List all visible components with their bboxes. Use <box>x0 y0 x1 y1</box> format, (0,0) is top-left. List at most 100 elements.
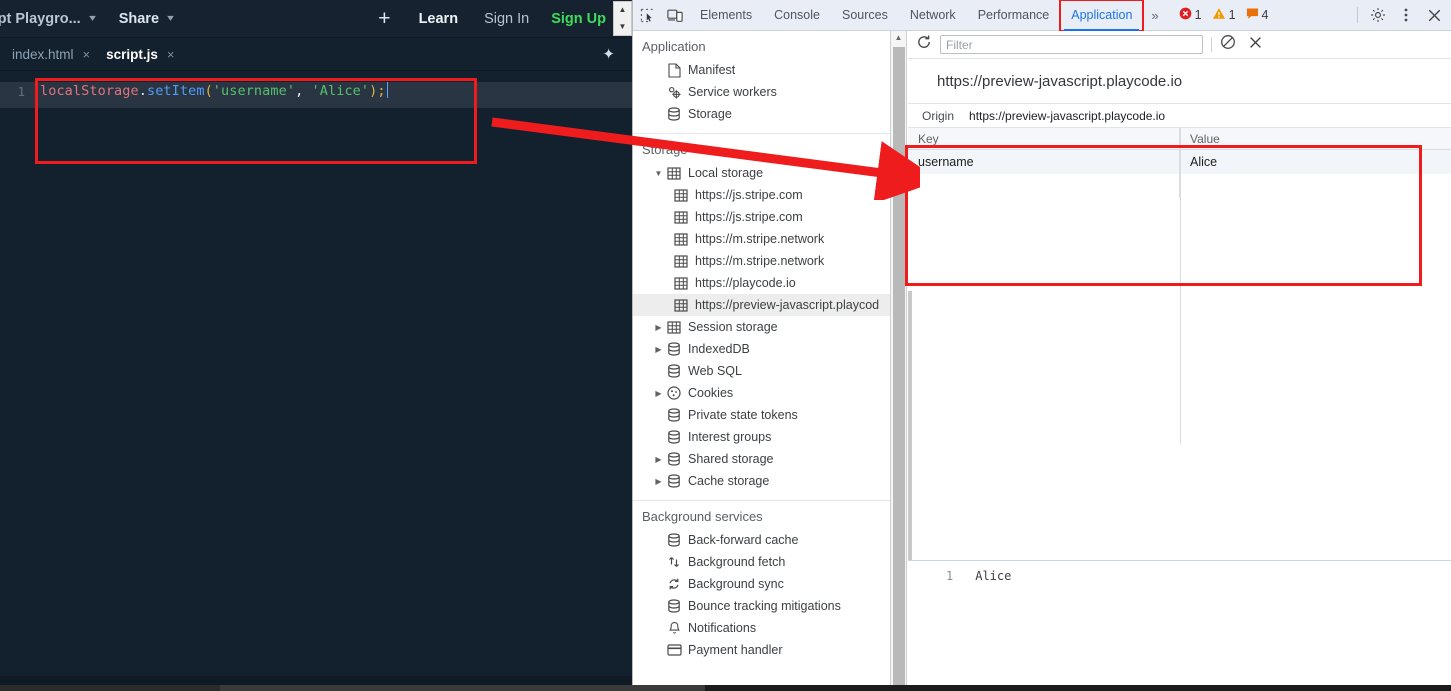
add-file-button[interactable]: + <box>378 8 390 29</box>
origin-value: https://preview-javascript.playcode.io <box>969 109 1165 123</box>
delete-selected-icon[interactable] <box>1248 35 1263 55</box>
sidebar-item-background-sync[interactable]: Background sync <box>633 573 890 595</box>
sidebar-item-manifest[interactable]: Manifest <box>633 59 890 81</box>
sidebar-item-label: Private state tokens <box>688 408 798 422</box>
column-header-key[interactable]: Key <box>908 128 1180 149</box>
sign-in-link[interactable]: Sign In <box>484 11 529 27</box>
device-toolbar-icon[interactable] <box>661 0 689 31</box>
cell-key[interactable]: username <box>908 150 1180 174</box>
column-header-value[interactable]: Value <box>1180 128 1451 149</box>
tab-label: Application <box>1071 8 1132 22</box>
value-preview-pane: 1Alice <box>908 560 1451 691</box>
sidebar-item-bounce-tracking-mitigations[interactable]: Bounce tracking mitigations <box>633 595 890 617</box>
sparkle-icon[interactable]: ✦ <box>602 45 615 63</box>
page-horizontal-scrollbar[interactable] <box>0 685 1451 691</box>
filter-input[interactable] <box>940 35 1203 54</box>
sidebar-item-background-fetch[interactable]: Background fetch <box>633 551 890 573</box>
tab-console[interactable]: Console <box>763 0 831 31</box>
token-arg-alice: 'Alice' <box>312 83 370 99</box>
storage-key-value-table[interactable]: Key Value username Alice <box>908 128 1451 444</box>
close-icon[interactable]: × <box>167 47 175 62</box>
tab-sources[interactable]: Sources <box>831 0 899 31</box>
file-tab-index-html[interactable]: index.html × <box>0 38 94 71</box>
sidebar-item-js-stripe-com-2[interactable]: https://js.stripe.com <box>633 206 890 228</box>
sidebar-item-payment-handler[interactable]: Payment handler <box>633 639 890 661</box>
sidebar-item-label: Manifest <box>688 63 735 77</box>
sidebar-item-label: Cookies <box>688 386 733 400</box>
sidebar-item-indexeddb[interactable]: ▶ IndexedDB <box>633 338 890 360</box>
more-tabs-chevron-icon[interactable]: » <box>1143 8 1166 23</box>
sidebar-item-back-forward-cache[interactable]: Back-forward cache <box>633 529 890 551</box>
sidebar-item-cache-storage[interactable]: ▶ Cache storage <box>633 470 890 492</box>
refresh-icon[interactable] <box>916 34 932 55</box>
sidebar-item-preview-javascript-playcode[interactable]: https://preview-javascript.playcod <box>633 294 890 316</box>
clear-all-icon[interactable] <box>1220 34 1236 55</box>
editor-bottom-bar <box>0 676 632 685</box>
project-title[interactable]: ript Playgro... <box>0 11 81 27</box>
code-line-1[interactable]: localStorage.setItem('username', 'Alice'… <box>40 82 388 99</box>
cell-value-empty[interactable] <box>1180 174 1451 198</box>
gear-icon[interactable] <box>1364 0 1392 31</box>
sidebar-item-m-stripe-network-2[interactable]: https://m.stripe.network <box>633 250 890 272</box>
expander-closed-icon[interactable]: ▶ <box>653 345 664 354</box>
cell-value[interactable]: Alice <box>1180 150 1451 174</box>
scroll-stepper[interactable]: ▲ ▼ <box>613 1 632 36</box>
close-devtools-icon[interactable] <box>1420 0 1448 31</box>
learn-link[interactable]: Learn <box>419 11 459 27</box>
sidebar-item-private-state-tokens[interactable]: Private state tokens <box>633 404 890 426</box>
file-tab-label: script.js <box>106 47 158 62</box>
error-count: 1 <box>1195 8 1202 22</box>
sidebar-item-web-sql[interactable]: Web SQL <box>633 360 890 382</box>
share-button[interactable]: Share <box>119 11 159 27</box>
table-blank-area[interactable] <box>908 198 1451 444</box>
share-chevron-down-icon[interactable]: ▾ <box>167 13 174 24</box>
expander-closed-icon[interactable]: ▶ <box>653 389 664 398</box>
sidebar-scrollbar[interactable]: ▲ <box>891 31 907 685</box>
file-tab-script-js[interactable]: script.js × <box>94 38 178 71</box>
sidebar-item-js-stripe-com-1[interactable]: https://js.stripe.com <box>633 184 890 206</box>
sidebar-item-m-stripe-network-1[interactable]: https://m.stripe.network <box>633 228 890 250</box>
sidebar-scrollbar-thumb[interactable] <box>893 47 905 687</box>
sidebar-item-shared-storage[interactable]: ▶ Shared storage <box>633 448 890 470</box>
inspect-element-icon[interactable] <box>633 0 661 31</box>
sidebar-item-cookies[interactable]: ▶ Cookies <box>633 382 890 404</box>
more-options-icon[interactable] <box>1392 0 1420 31</box>
tab-elements[interactable]: Elements <box>689 0 763 31</box>
expander-open-icon[interactable]: ▼ <box>653 169 664 178</box>
database-icon <box>664 474 684 488</box>
sidebar-item-storage[interactable]: Storage <box>633 103 890 125</box>
sidebar-item-label: IndexedDB <box>688 342 750 356</box>
page-scrollbar-thumb[interactable] <box>220 685 705 691</box>
application-sidebar[interactable]: Application Manifest Service workers <box>633 31 891 685</box>
sign-up-link[interactable]: Sign Up <box>551 11 606 27</box>
service-worker-icon <box>664 85 684 100</box>
tab-performance[interactable]: Performance <box>967 0 1061 31</box>
project-chevron-down-icon[interactable]: ▾ <box>89 13 96 24</box>
sidebar-item-service-workers[interactable]: Service workers <box>633 81 890 103</box>
content-scrollbar[interactable] <box>908 291 912 561</box>
code-editor[interactable]: 1 localStorage.setItem('username', 'Alic… <box>0 71 632 676</box>
issue-counters[interactable]: 1 1 4 <box>1179 7 1276 23</box>
sidebar-item-local-storage[interactable]: ▼ Local storage <box>633 162 890 184</box>
expander-closed-icon[interactable]: ▶ <box>653 455 664 464</box>
token-setitem: setItem <box>147 83 205 99</box>
stepper-down-icon[interactable]: ▼ <box>619 23 627 31</box>
sidebar-item-session-storage[interactable]: ▶ Session storage <box>633 316 890 338</box>
cell-key-empty[interactable] <box>908 174 1180 198</box>
tab-network[interactable]: Network <box>899 0 967 31</box>
sidebar-item-notifications[interactable]: Notifications <box>633 617 890 639</box>
sidebar-item-interest-groups[interactable]: Interest groups <box>633 426 890 448</box>
close-icon[interactable]: × <box>83 47 91 62</box>
warning-icon <box>1212 7 1226 23</box>
scroll-up-icon[interactable]: ▲ <box>891 31 906 42</box>
page-scrollbar-track-left[interactable] <box>0 685 220 691</box>
expander-closed-icon[interactable]: ▶ <box>653 323 664 332</box>
table-icon <box>671 299 691 312</box>
stepper-up-icon[interactable]: ▲ <box>619 6 627 14</box>
column-divider[interactable] <box>1180 128 1181 444</box>
sidebar-item-label: Cache storage <box>688 474 769 488</box>
tab-application[interactable]: Application <box>1060 0 1143 31</box>
sidebar-item-label: Local storage <box>688 166 763 180</box>
sidebar-item-playcode-io[interactable]: https://playcode.io <box>633 272 890 294</box>
expander-closed-icon[interactable]: ▶ <box>653 477 664 486</box>
